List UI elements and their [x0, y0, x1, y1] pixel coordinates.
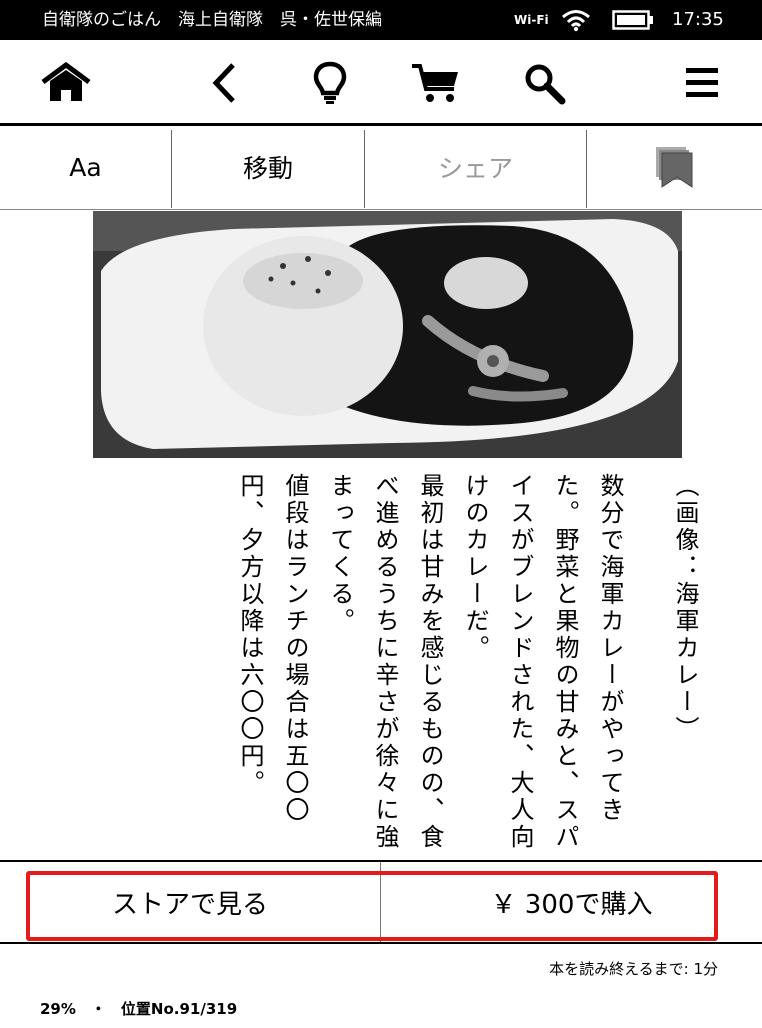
cart-icon[interactable] — [410, 58, 462, 108]
book-title: 自衛隊のごはん 海上自衛隊 呉・佐世保編 — [42, 10, 382, 30]
purchase-bar: ストアで見る ￥ 300で購入 — [0, 860, 762, 944]
status-bar: 自衛隊のごはん 海上自衛隊 呉・佐世保編 Wi-Fi 17:35 — [0, 0, 762, 40]
image-caption: （画像：海軍カレー） — [671, 473, 699, 743]
reading-time-left: 本を読み終えるまで: 1分 — [549, 960, 718, 978]
back-icon[interactable] — [198, 58, 250, 108]
lightbulb-icon[interactable] — [304, 58, 356, 108]
clock: 17:35 — [672, 9, 724, 30]
paragraph: 数分で海軍カレーがやってきた。野菜と果物の甘みと、スパイスがブレンドされた、大人… — [461, 473, 624, 851]
wifi-label: Wi-Fi — [514, 13, 549, 27]
book-page: （画像：海軍カレー） 数分で海軍カレーがやってきた。野菜と果物の甘みと、スパイス… — [0, 211, 762, 861]
reading-options-bar: Aa 移動 シェア — [0, 126, 762, 210]
goto-button[interactable]: 移動 — [172, 126, 364, 208]
search-icon[interactable] — [518, 58, 570, 108]
toolbar — [0, 40, 762, 126]
home-icon[interactable] — [40, 58, 92, 108]
vertical-text: （画像：海軍カレー） 数分で海軍カレーがやってきた。野菜と果物の甘みと、スパイス… — [67, 473, 707, 861]
paragraph: 最初は甘みを感じるものの、食べ進めるうちに辛さが徐々に強まってくる。 — [326, 473, 444, 851]
bookmark-icon[interactable] — [587, 126, 762, 208]
wifi-icon — [560, 8, 592, 32]
view-in-store-button[interactable]: ストアで見る — [0, 862, 380, 942]
reading-location: 29% ・ 位置No.91/319 — [40, 1000, 238, 1018]
menu-icon[interactable] — [676, 58, 728, 108]
font-settings-button[interactable]: Aa — [0, 126, 171, 208]
battery-icon — [612, 10, 654, 30]
curry-photo — [93, 211, 682, 458]
paragraph: 値段はランチの場合は五〇〇円、夕方以降は六〇〇円。 — [236, 473, 309, 824]
share-button[interactable]: シェア — [365, 126, 586, 208]
buy-button[interactable]: ￥ 300で購入 — [381, 862, 762, 942]
